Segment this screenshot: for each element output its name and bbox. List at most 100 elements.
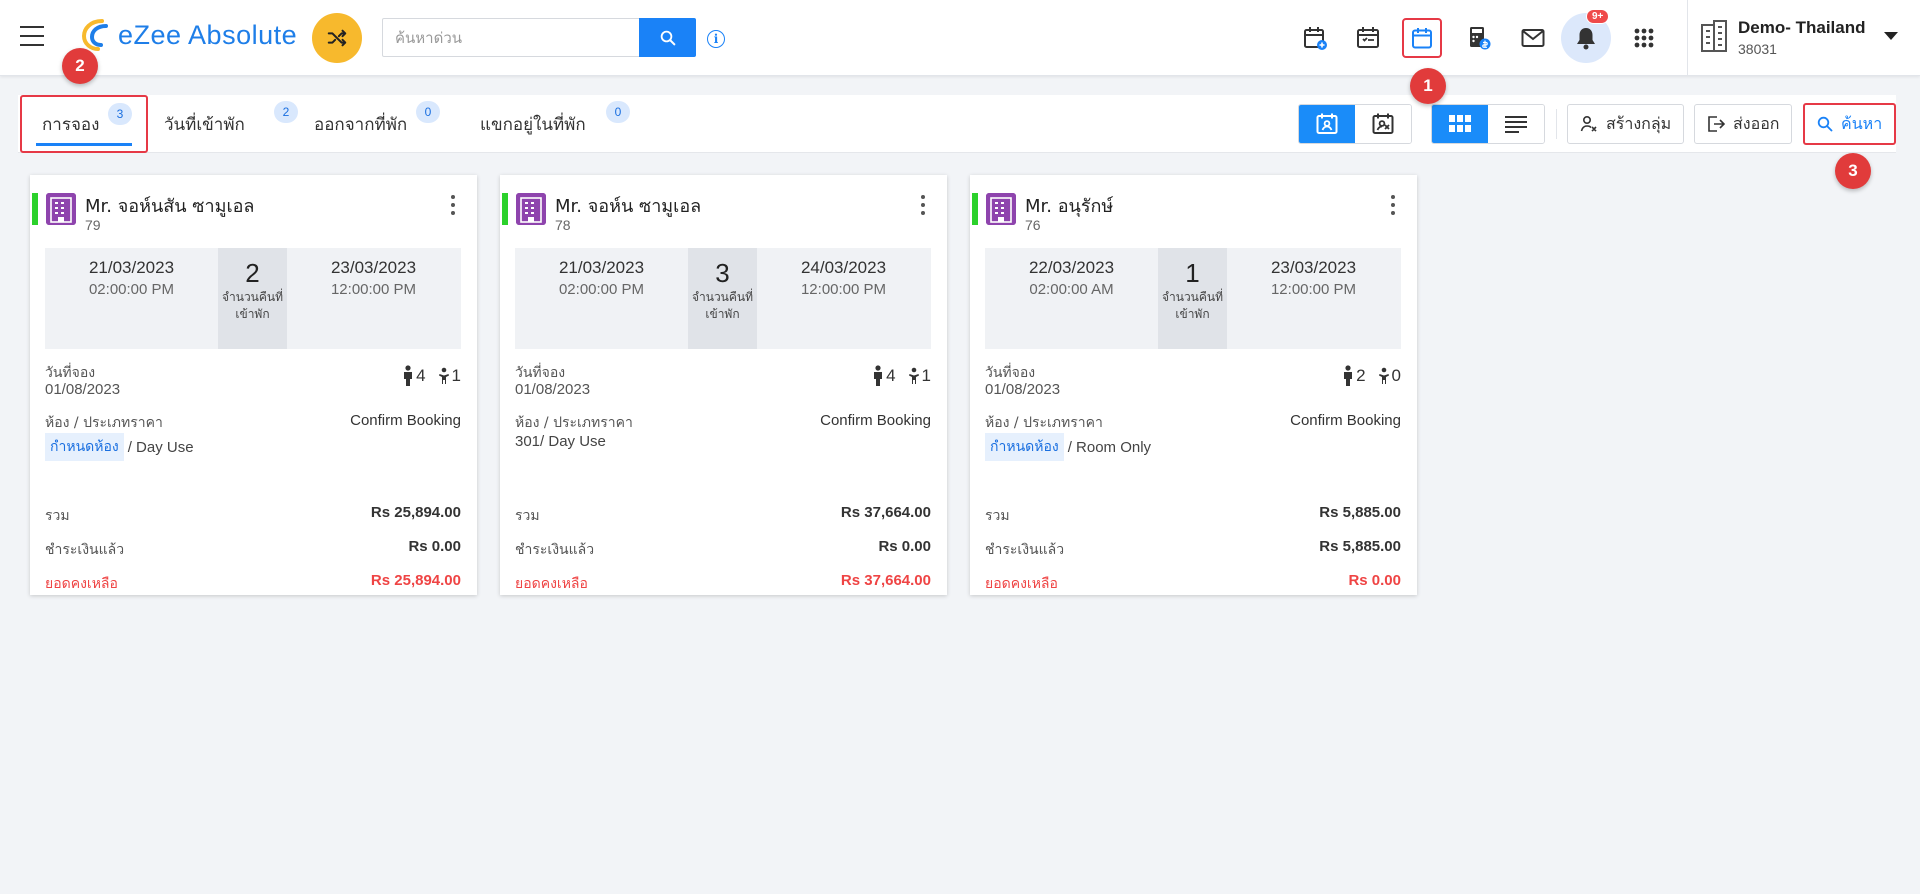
calendar-icon-active[interactable] — [1402, 18, 1442, 58]
info-icon[interactable]: i — [707, 30, 725, 48]
rate-type: / Room Only — [1067, 438, 1152, 456]
property-name[interactable]: Demo- Thailand — [1738, 18, 1866, 38]
export-icon — [1708, 116, 1725, 132]
menu-icon[interactable] — [20, 26, 44, 46]
room-number: 301 — [515, 433, 541, 450]
pax-count: 2 0 — [1342, 365, 1401, 387]
grid-view-button[interactable] — [1432, 105, 1488, 143]
arrival-time: 02:00:00 PM — [88, 281, 175, 298]
room-view-button[interactable] — [1355, 105, 1411, 143]
shuffle-icon — [327, 29, 347, 47]
arrival-time: 02:00:00 PM — [558, 281, 645, 298]
billing-icon[interactable] — [1459, 18, 1499, 58]
guest-name[interactable]: Mr. อนุรักษ์ — [1025, 191, 1113, 220]
hotel-icon — [46, 193, 76, 225]
balance-amount: Rs 0.00 — [1348, 572, 1401, 589]
tab-arrivals[interactable]: วันที่เข้าพัก 2 — [164, 95, 304, 153]
more-options-icon[interactable] — [921, 195, 925, 215]
quick-search-input[interactable]: ค้นหาด่วน — [382, 18, 640, 57]
booking-card[interactable]: Mr. อนุรักษ์ 76 22/03/2023 02:00:00 AM 1… — [970, 175, 1417, 595]
paid-label: ชำระเงินแล้ว — [515, 542, 595, 558]
booking-card[interactable]: Mr. จอห์น ซามูเอล 78 21/03/2023 02:00:00… — [500, 175, 947, 595]
search-button[interactable]: ค้นหา — [1803, 103, 1897, 145]
guest-name[interactable]: Mr. จอห์นสัน ซามูเอล — [85, 191, 254, 220]
room-rate-line: 301 / Day Use — [515, 433, 606, 450]
adult-icon — [1344, 365, 1353, 386]
total-amount: Rs 37,664.00 — [840, 504, 931, 521]
logo-text: eZee Absolute — [118, 19, 298, 50]
create-group-button[interactable]: สร้างกลุ่ม — [1567, 104, 1685, 144]
pax-count: 4 1 — [402, 365, 461, 387]
arrival-block: 21/03/2023 02:00:00 PM — [515, 258, 688, 298]
booking-id: 79 — [85, 217, 101, 233]
tab-count-badge: 2 — [274, 101, 298, 123]
calendar-check-icon[interactable] — [1348, 18, 1388, 58]
balance-amount: Rs 37,664.00 — [840, 572, 931, 589]
list-view-button[interactable] — [1488, 105, 1544, 143]
adult-count: 2 — [1356, 366, 1366, 385]
shuffle-button[interactable] — [312, 13, 362, 63]
paid-amount: Rs 0.00 — [878, 538, 931, 555]
logo-icon — [81, 19, 108, 51]
tab-in-house[interactable]: แขกอยู่ในที่พัก 0 — [480, 95, 640, 153]
booking-status: Confirm Booking — [350, 412, 461, 429]
quick-search-button[interactable] — [639, 18, 696, 57]
calendar-room-icon — [1372, 113, 1394, 134]
balance-label: ยอดคงเหลือ — [45, 576, 118, 592]
search-icon — [660, 30, 675, 45]
assign-room-button[interactable]: กำหนดห้อง — [985, 433, 1064, 461]
new-reservation-icon[interactable] — [1295, 18, 1335, 58]
guest-view-button[interactable] — [1299, 105, 1355, 143]
mail-icon[interactable] — [1513, 18, 1553, 58]
total-amount: Rs 25,894.00 — [370, 504, 461, 521]
step-marker: 2 — [62, 48, 98, 84]
view-type-toggle — [1298, 104, 1412, 144]
more-options-icon[interactable] — [451, 195, 455, 215]
assign-room-button[interactable]: กำหนดห้อง — [45, 433, 124, 461]
guest-name[interactable]: Mr. จอห์น ซามูเอล — [555, 191, 701, 220]
tab-bookings[interactable]: การจอง 3 — [20, 95, 148, 153]
departure-date: 23/03/2023 — [330, 258, 417, 277]
rate-type: / Day Use — [540, 433, 606, 450]
room-rate-label: ห้อง / ประเภทราคา — [515, 415, 633, 431]
arrival-block: 22/03/2023 02:00:00 AM — [985, 258, 1158, 298]
booking-date: 01/08/2023 — [515, 381, 591, 398]
child-icon — [908, 367, 919, 384]
adult-icon — [404, 365, 413, 386]
departure-date: 24/03/2023 — [800, 258, 887, 277]
status-stripe — [32, 193, 38, 225]
room-rate-label: ห้อง / ประเภทราคา — [985, 415, 1103, 431]
nights-count: 1 — [1185, 258, 1200, 288]
building-icon — [1701, 20, 1727, 52]
stay-dates: 22/03/2023 02:00:00 AM 1 จำนวนคืนที่เข้า… — [985, 248, 1401, 349]
apps-grid-icon[interactable] — [1624, 18, 1664, 58]
child-count: 1 — [451, 366, 461, 385]
departure-time: 12:00:00 PM — [800, 281, 887, 298]
tab-departures[interactable]: ออกจากที่พัก 0 — [314, 95, 454, 153]
bell-icon — [1577, 28, 1595, 50]
search-label: ค้นหา — [1841, 113, 1883, 133]
booking-id: 78 — [555, 217, 571, 233]
export-button[interactable]: ส่งออก — [1694, 104, 1793, 144]
departure-date: 23/03/2023 — [1270, 258, 1357, 277]
child-count: 0 — [1391, 366, 1401, 385]
child-icon — [438, 367, 449, 384]
app-logo[interactable]: eZee Absolute — [80, 18, 297, 52]
booking-status: Confirm Booking — [1290, 412, 1401, 429]
tab-count-badge: 3 — [108, 103, 132, 125]
paid-label: ชำระเงินแล้ว — [45, 542, 125, 558]
paid-label: ชำระเงินแล้ว — [985, 542, 1065, 558]
header-divider — [1687, 0, 1688, 76]
booking-card[interactable]: Mr. จอห์นสัน ซามูเอล 79 21/03/2023 02:00… — [30, 175, 477, 595]
hotel-icon — [516, 193, 546, 225]
nights-count: 2 — [245, 258, 260, 288]
tab-label: การจอง — [42, 114, 100, 135]
paid-amount: Rs 5,885.00 — [1319, 538, 1401, 555]
more-options-icon[interactable] — [1391, 195, 1395, 215]
tab-count-badge: 0 — [416, 101, 440, 123]
nights-label: จำนวนคืนที่เข้าพัก — [691, 290, 754, 321]
chevron-down-icon[interactable] — [1884, 32, 1898, 40]
adult-count: 4 — [416, 366, 426, 385]
nights-block: 1 จำนวนคืนที่เข้าพัก — [1158, 248, 1227, 349]
pax-count: 4 1 — [872, 365, 931, 387]
